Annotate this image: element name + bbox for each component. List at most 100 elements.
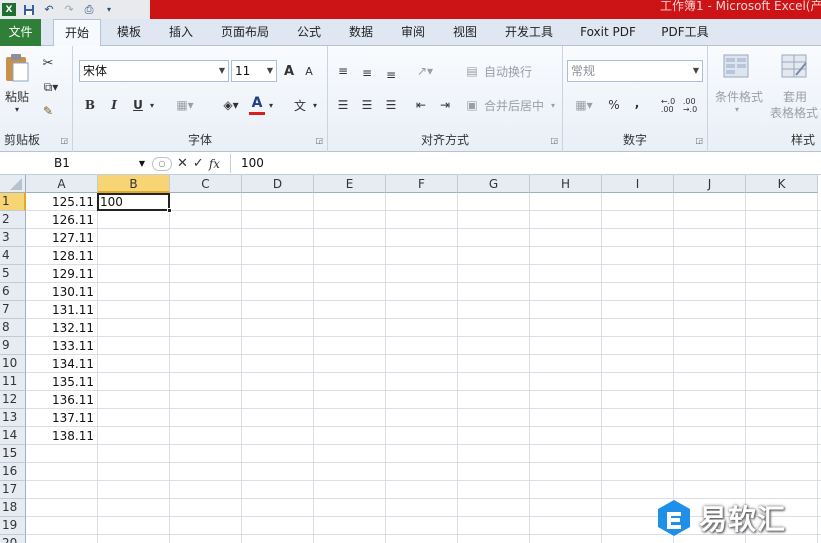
tab-pdf-tools[interactable]: PDF工具 bbox=[652, 19, 718, 46]
undo-icon[interactable]: ↶ bbox=[42, 3, 56, 16]
font-size-select[interactable]: 11 ▼ bbox=[231, 60, 277, 82]
cell-a2[interactable]: 126.11 bbox=[26, 211, 98, 229]
accounting-format-icon[interactable]: ▦▾ bbox=[569, 96, 599, 114]
wrap-text-button[interactable]: 自动换行 bbox=[484, 62, 540, 80]
row-header-14[interactable]: 14 bbox=[0, 427, 26, 445]
increase-decimal-icon[interactable]: ←.0.00 bbox=[659, 96, 677, 116]
format-as-table-label-1[interactable]: 套用 bbox=[778, 88, 812, 104]
increase-indent-icon[interactable]: ⇥ bbox=[436, 96, 454, 114]
column-header-d[interactable]: D bbox=[242, 175, 314, 193]
align-top-icon[interactable]: ≡ bbox=[334, 62, 352, 80]
format-painter-icon[interactable]: ✎ bbox=[38, 102, 58, 120]
column-header-f[interactable]: F bbox=[386, 175, 458, 193]
font-name-select[interactable]: 宋体 ▼ bbox=[79, 60, 229, 82]
font-color-dropdown-icon[interactable]: ▾ bbox=[266, 95, 276, 115]
tab-review[interactable]: 审阅 bbox=[392, 19, 434, 46]
column-header-k[interactable]: K bbox=[746, 175, 818, 193]
row-header-8[interactable]: 8 bbox=[0, 319, 26, 337]
paste-button[interactable]: 粘贴 bbox=[2, 88, 32, 104]
number-format-select[interactable]: 常规 ▼ bbox=[567, 60, 703, 82]
tab-foxit-pdf[interactable]: Foxit PDF bbox=[572, 19, 644, 46]
underline-dropdown-icon[interactable]: ▾ bbox=[147, 95, 157, 115]
tab-insert[interactable]: 插入 bbox=[160, 19, 202, 46]
row-header-15[interactable]: 15 bbox=[0, 445, 26, 463]
print-preview-icon[interactable]: ⎙ bbox=[82, 3, 96, 16]
cell-a1[interactable]: 125.11 bbox=[26, 193, 98, 211]
cell-a11[interactable]: 135.11 bbox=[26, 373, 98, 391]
merge-dropdown-icon[interactable]: ▾ bbox=[548, 96, 558, 114]
tab-file[interactable]: 文件 bbox=[0, 19, 41, 46]
insert-function-button[interactable]: fx bbox=[209, 157, 220, 171]
column-header-j[interactable]: J bbox=[674, 175, 746, 193]
enter-icon[interactable]: ✓ bbox=[193, 156, 204, 171]
align-center-icon[interactable]: ☰ bbox=[358, 96, 376, 114]
cell-a8[interactable]: 132.11 bbox=[26, 319, 98, 337]
row-header-5[interactable]: 5 bbox=[0, 265, 26, 283]
row-header-10[interactable]: 10 bbox=[0, 355, 26, 373]
row-header-17[interactable]: 17 bbox=[0, 481, 26, 499]
cell-a5[interactable]: 129.11 bbox=[26, 265, 98, 283]
row-header-20[interactable]: 20 bbox=[0, 535, 26, 543]
merge-center-button[interactable]: 合并后居中 bbox=[484, 96, 552, 114]
format-as-table-icon[interactable] bbox=[778, 52, 812, 82]
comma-button[interactable]: , bbox=[629, 94, 645, 112]
worksheet-grid[interactable]: A B C D E F G H I J K 1 2 3 4 5 6 7 8 9 10 11 12 13 14 15 16 17 18 19… bbox=[0, 175, 821, 543]
tab-data[interactable]: 数据 bbox=[340, 19, 382, 46]
cancel-icon[interactable]: ✕ bbox=[177, 156, 188, 171]
decrease-decimal-icon[interactable]: .00 →.0 bbox=[681, 96, 699, 116]
row-header-3[interactable]: 3 bbox=[0, 229, 26, 247]
cell-a13[interactable]: 137.11 bbox=[26, 409, 98, 427]
cell-a7[interactable]: 131.11 bbox=[26, 301, 98, 319]
cell-a10[interactable]: 134.11 bbox=[26, 355, 98, 373]
phonetic-button[interactable]: 文 bbox=[291, 95, 309, 115]
row-header-1[interactable]: 1 bbox=[0, 193, 26, 211]
format-as-table-label-2[interactable]: 表格格式 bbox=[766, 104, 821, 120]
row-header-18[interactable]: 18 bbox=[0, 499, 26, 517]
conditional-format-button[interactable]: 条件格式 bbox=[712, 88, 766, 104]
column-header-h[interactable]: H bbox=[530, 175, 602, 193]
cell-a12[interactable]: 136.11 bbox=[26, 391, 98, 409]
cell-a14[interactable]: 138.11 bbox=[26, 427, 98, 445]
column-header-g[interactable]: G bbox=[458, 175, 530, 193]
align-middle-icon[interactable]: ≡ bbox=[358, 64, 376, 82]
paste-dropdown-icon[interactable]: ▾ bbox=[10, 104, 24, 114]
bold-button[interactable]: B bbox=[81, 95, 99, 115]
cell-a3[interactable]: 127.11 bbox=[26, 229, 98, 247]
align-left-icon[interactable]: ☰ bbox=[334, 96, 352, 114]
grow-font-button[interactable]: A bbox=[281, 61, 297, 81]
cell-b1[interactable]: 100 bbox=[97, 193, 170, 211]
conditional-format-icon[interactable] bbox=[720, 52, 754, 82]
tab-developer[interactable]: 开发工具 bbox=[498, 19, 560, 46]
redo-icon[interactable]: ↷ bbox=[62, 3, 76, 16]
cell-a9[interactable]: 133.11 bbox=[26, 337, 98, 355]
tab-view[interactable]: 视图 bbox=[444, 19, 486, 46]
shrink-font-button[interactable]: A bbox=[301, 61, 317, 81]
tab-template[interactable]: 模板 bbox=[108, 19, 150, 46]
tab-page-layout[interactable]: 页面布局 bbox=[214, 19, 276, 46]
cut-icon[interactable]: ✂ bbox=[38, 54, 58, 72]
customize-qat-icon[interactable]: ▾ bbox=[102, 3, 116, 16]
clipboard-launcher-icon[interactable]: ◲ bbox=[60, 136, 68, 145]
row-header-11[interactable]: 11 bbox=[0, 373, 26, 391]
column-header-c[interactable]: C bbox=[170, 175, 242, 193]
row-header-9[interactable]: 9 bbox=[0, 337, 26, 355]
number-launcher-icon[interactable]: ◲ bbox=[695, 136, 703, 145]
copy-icon[interactable]: ⧉▾ bbox=[38, 78, 64, 96]
percent-button[interactable]: % bbox=[605, 96, 623, 114]
tab-home[interactable]: 开始 bbox=[53, 19, 101, 47]
column-header-b[interactable]: B bbox=[98, 175, 170, 193]
tab-formulas[interactable]: 公式 bbox=[288, 19, 330, 46]
borders-icon[interactable]: ▦▾ bbox=[171, 95, 199, 115]
orientation-icon[interactable]: ↗▾ bbox=[412, 62, 438, 80]
fill-color-icon[interactable]: ◈▾ bbox=[217, 95, 245, 115]
decrease-indent-icon[interactable]: ⇤ bbox=[412, 96, 430, 114]
name-box[interactable]: B1 ▼ bbox=[2, 154, 148, 173]
expand-toggle-icon[interactable]: ○ bbox=[152, 156, 172, 171]
row-header-16[interactable]: 16 bbox=[0, 463, 26, 481]
align-bottom-icon[interactable]: ≡ bbox=[382, 66, 400, 84]
cell-a6[interactable]: 130.11 bbox=[26, 283, 98, 301]
row-header-2[interactable]: 2 bbox=[0, 211, 26, 229]
italic-button[interactable]: I bbox=[105, 95, 123, 115]
font-color-button[interactable]: A bbox=[249, 93, 265, 115]
align-right-icon[interactable]: ☰ bbox=[382, 96, 400, 114]
